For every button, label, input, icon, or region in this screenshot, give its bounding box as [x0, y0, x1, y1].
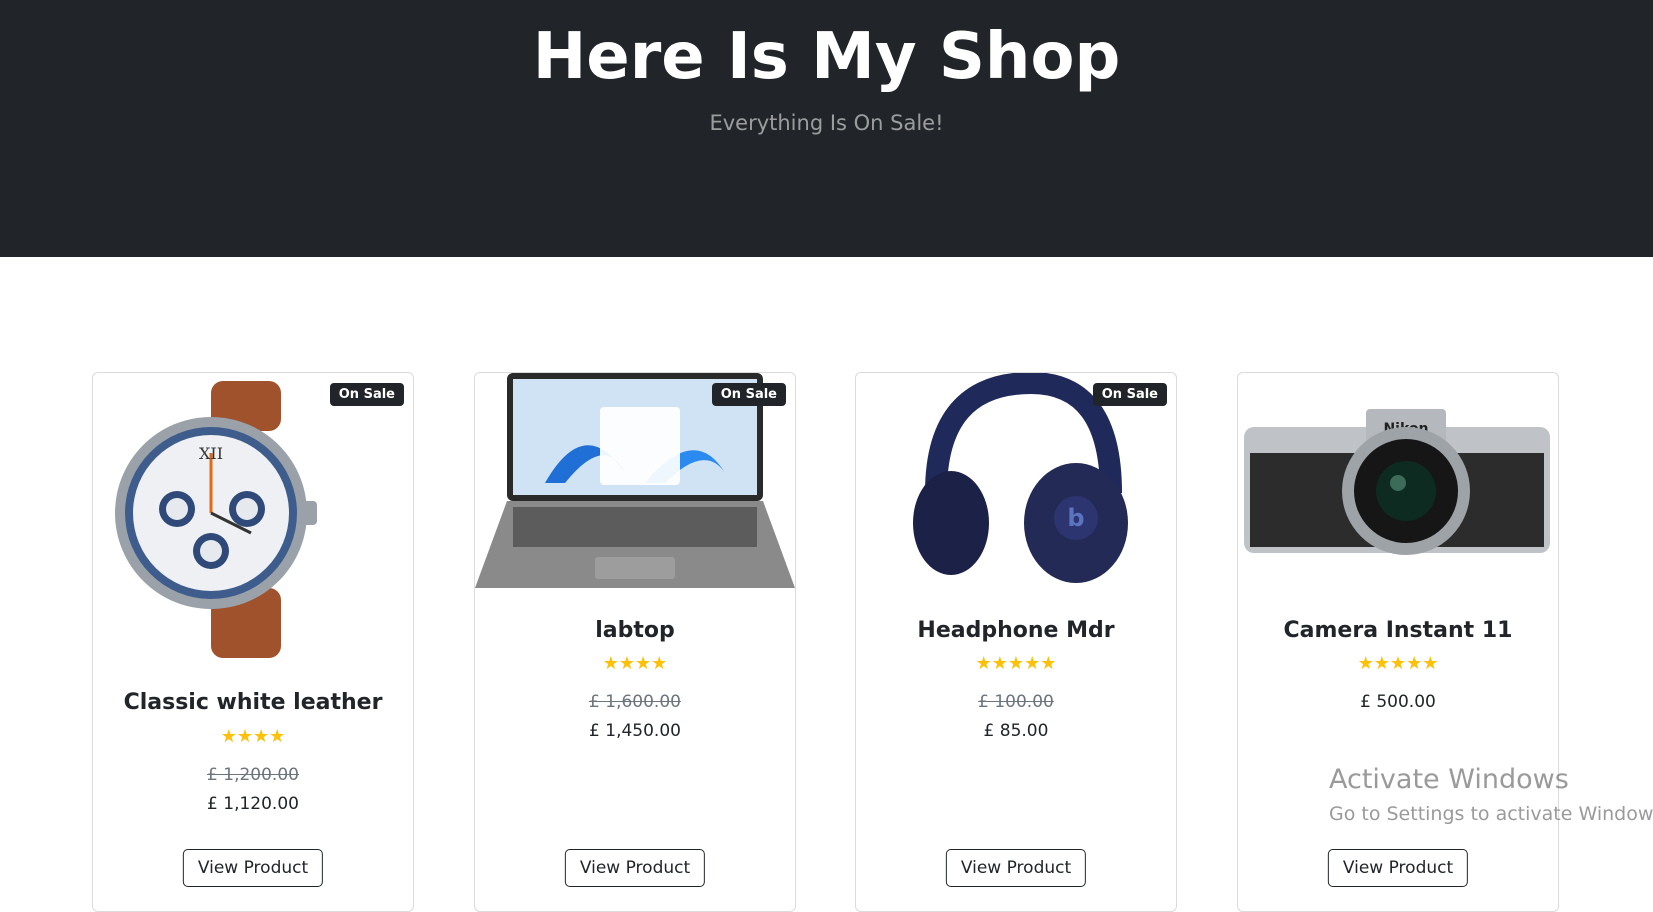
sale-price: £ 1,450.00 — [589, 721, 681, 741]
svg-text:b: b — [1067, 504, 1084, 532]
product-card: b On Sale Headphone Mdr ★★★★★ £ 100.00 £… — [855, 372, 1177, 912]
product-title: Classic white leather — [123, 690, 383, 715]
watermark-subtitle: Go to Settings to activate Windows. — [1329, 803, 1653, 825]
product-title: Camera Instant 11 — [1283, 618, 1513, 643]
page-title: Here Is My Shop — [532, 20, 1121, 94]
view-product-button[interactable]: View Product — [182, 849, 324, 887]
windows-activation-watermark: Activate Windows Go to Settings to activ… — [1329, 764, 1653, 825]
view-product-button[interactable]: View Product — [1327, 849, 1469, 887]
product-card: Nikon Camera Instant 11 ★★★★★ £ 500.00 V… — [1237, 372, 1559, 912]
view-product-button[interactable]: View Product — [564, 849, 706, 887]
old-price: £ 100.00 — [978, 692, 1054, 712]
page-subtitle: Everything Is On Sale! — [709, 111, 944, 135]
rating-stars-icon: ★★★★ — [220, 726, 286, 747]
watch-image: XII — [115, 381, 317, 658]
laptop-image — [475, 373, 795, 588]
svg-text:XII: XII — [199, 444, 223, 463]
on-sale-badge: On Sale — [1092, 383, 1167, 406]
product-card: XII On Sale Classic white leather ★★★★ £… — [92, 372, 414, 912]
rating-stars-icon: ★★★★★ — [975, 653, 1057, 674]
on-sale-badge: On Sale — [329, 383, 404, 406]
on-sale-badge: On Sale — [711, 383, 786, 406]
old-price: £ 1,200.00 — [207, 765, 299, 785]
rating-stars-icon: ★★★★★ — [1357, 653, 1439, 674]
product-title: Headphone Mdr — [917, 618, 1115, 643]
sale-price: £ 85.00 — [983, 721, 1049, 741]
old-price: £ 1,600.00 — [589, 692, 681, 712]
sale-price: £ 500.00 — [1360, 692, 1436, 712]
headphones-image: b — [913, 373, 1128, 583]
hero-header: Here Is My Shop Everything Is On Sale! — [0, 0, 1653, 257]
rating-stars-icon: ★★★★ — [602, 653, 668, 674]
watermark-title: Activate Windows — [1329, 764, 1569, 795]
product-card: On Sale labtop ★★★★ £ 1,600.00 £ 1,450.0… — [474, 372, 796, 912]
product-title: labtop — [595, 618, 675, 643]
view-product-button[interactable]: View Product — [945, 849, 1087, 887]
sale-price: £ 1,120.00 — [207, 794, 299, 814]
camera-image: Nikon — [1244, 409, 1550, 555]
